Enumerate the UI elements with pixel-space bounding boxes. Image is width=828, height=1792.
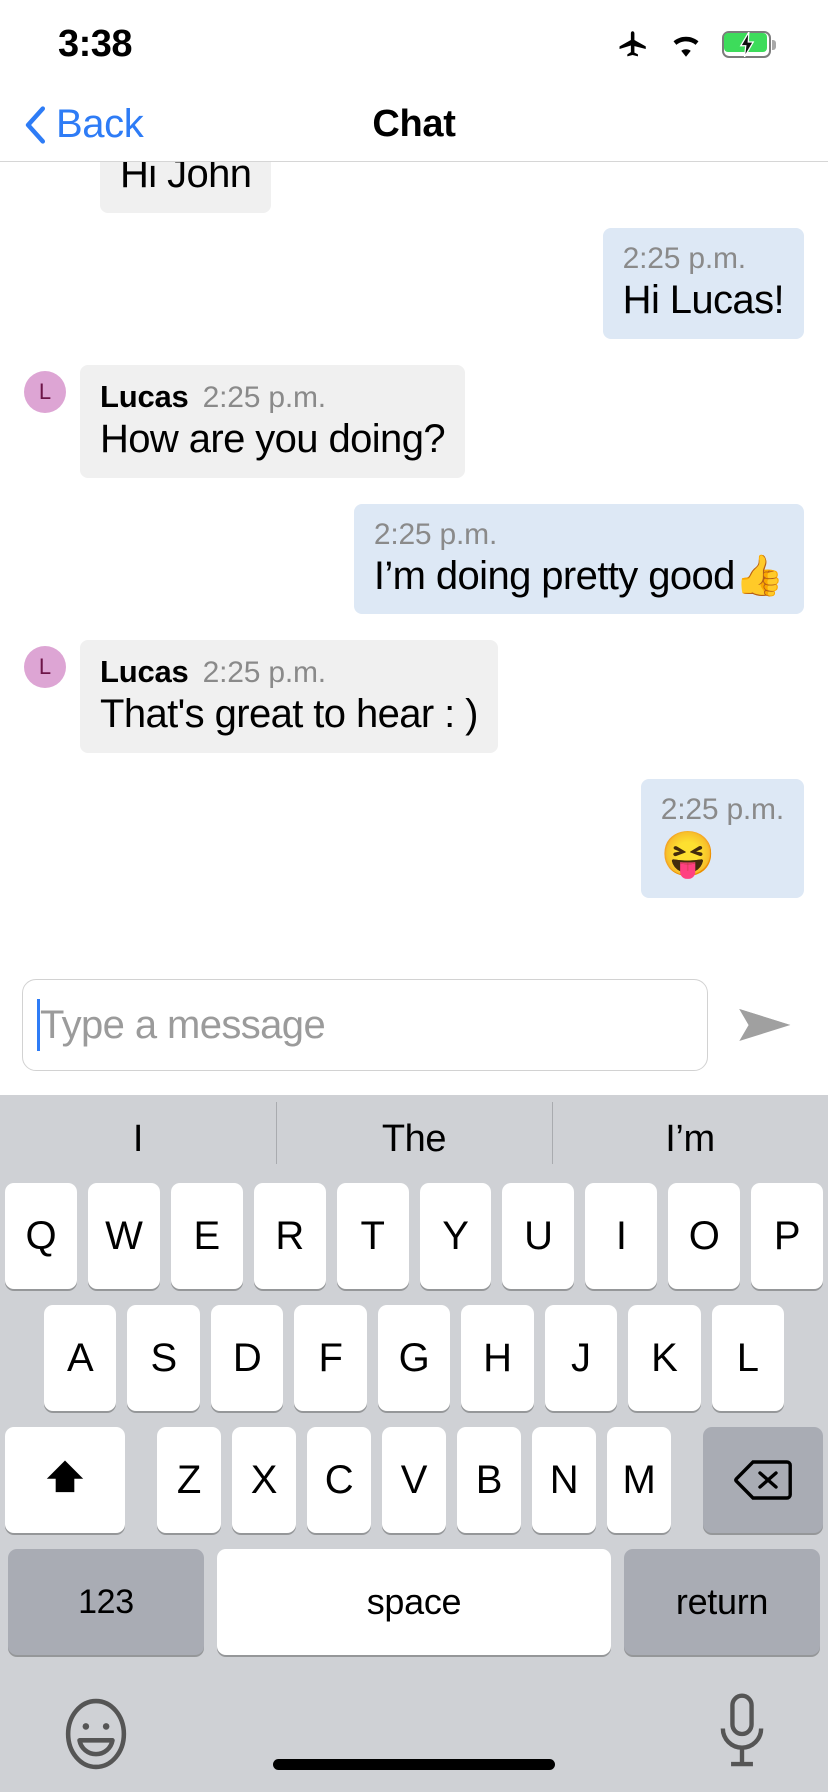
delete-key[interactable] xyxy=(703,1427,823,1533)
key-j[interactable]: J xyxy=(544,1305,618,1411)
keyboard-row-1: Q W E R T Y U I O P xyxy=(0,1183,828,1289)
key-t[interactable]: T xyxy=(336,1183,409,1289)
message-bubble-outgoing[interactable]: 2:25 p.m. 😝 xyxy=(640,779,804,898)
message-input[interactable]: Type a message xyxy=(22,979,708,1071)
keyboard-row-4: 123 space return xyxy=(0,1549,828,1655)
message-bubble-outgoing[interactable]: 2:25 p.m. Hi Lucas! xyxy=(602,228,804,339)
key-r[interactable]: R xyxy=(253,1183,326,1289)
key-v[interactable]: V xyxy=(382,1427,446,1533)
message-sender: Lucas xyxy=(100,378,189,414)
avatar: L xyxy=(24,370,66,413)
key-a[interactable]: A xyxy=(44,1305,117,1411)
message-list[interactable]: Hi John 2:25 p.m. Hi Lucas! L Lucas 2:25… xyxy=(0,162,828,942)
message-bubble-incoming[interactable]: Lucas 2:25 p.m. How are you doing? xyxy=(80,364,465,478)
key-c[interactable]: C xyxy=(307,1427,371,1533)
prediction-2[interactable]: I’m xyxy=(552,1101,828,1164)
key-e[interactable]: E xyxy=(170,1183,243,1289)
airplane-mode-icon xyxy=(619,31,646,57)
shift-key[interactable] xyxy=(5,1427,125,1533)
key-h[interactable]: H xyxy=(461,1305,534,1411)
key-g[interactable]: G xyxy=(377,1305,451,1411)
prediction-0[interactable]: I xyxy=(0,1118,276,1161)
key-w[interactable]: W xyxy=(87,1183,160,1289)
key-f[interactable]: F xyxy=(294,1305,367,1411)
message-row: 2:25 p.m. 😝 xyxy=(24,779,804,898)
message-input-bar: Type a message xyxy=(0,955,828,1095)
keyboard-row-2: A S D F G H J K L xyxy=(0,1305,828,1411)
numbers-key[interactable]: 123 xyxy=(8,1549,204,1655)
send-button[interactable] xyxy=(728,986,806,1064)
back-button-label: Back xyxy=(56,102,144,146)
chevron-left-icon xyxy=(25,105,46,144)
message-text: Hi John xyxy=(120,162,252,196)
key-u[interactable]: U xyxy=(502,1183,575,1289)
message-text: How are you doing? xyxy=(100,416,446,461)
message-time: 2:25 p.m. xyxy=(373,517,498,551)
key-s[interactable]: S xyxy=(127,1305,200,1411)
shift-icon xyxy=(46,1460,84,1493)
message-meta: Lucas 2:25 p.m. xyxy=(100,654,478,690)
key-o[interactable]: O xyxy=(668,1183,741,1289)
key-x[interactable]: X xyxy=(232,1427,296,1533)
message-bubble-incoming[interactable]: Hi John xyxy=(100,162,272,213)
home-indicator xyxy=(273,1759,555,1770)
on-screen-keyboard: I The I’m Q W E R T Y U I O P A S D F G … xyxy=(0,1095,828,1792)
message-meta: Lucas 2:25 p.m. xyxy=(100,379,445,415)
message-meta: 2:25 p.m. xyxy=(623,242,784,276)
space-key[interactable]: space xyxy=(217,1549,611,1655)
prediction-1[interactable]: The xyxy=(276,1101,552,1164)
navigation-bar: Back Chat xyxy=(0,88,828,162)
phone-screen: 3:38 Back Chat Hi John 2:25 p.m. Hi Luca… xyxy=(0,0,828,1792)
message-row-clipped: Hi John xyxy=(24,162,804,228)
message-time: 2:25 p.m. xyxy=(660,793,784,827)
send-arrow-icon xyxy=(739,1008,791,1042)
status-icons xyxy=(616,27,776,61)
message-bubble-incoming[interactable]: Lucas 2:25 p.m. That's great to hear : ) xyxy=(80,640,498,754)
message-time: 2:25 p.m. xyxy=(202,380,326,414)
delete-icon xyxy=(734,1460,792,1500)
key-d[interactable]: D xyxy=(210,1305,284,1411)
message-text: Hi Lucas! xyxy=(622,278,785,322)
keyboard-row-3: Z X C V B N M xyxy=(0,1427,828,1533)
message-row: 2:25 p.m. Hi Lucas! xyxy=(24,228,804,339)
message-text: 😝 xyxy=(660,830,716,880)
key-p[interactable]: P xyxy=(751,1183,824,1289)
message-bubble-outgoing[interactable]: 2:25 p.m. I’m doing pretty good👍 xyxy=(353,503,804,615)
charging-bolt-icon xyxy=(739,31,755,57)
message-row: 2:25 p.m. I’m doing pretty good👍 xyxy=(24,503,804,615)
message-time: 2:25 p.m. xyxy=(202,656,326,690)
key-n[interactable]: N xyxy=(532,1427,596,1533)
message-time: 2:25 p.m. xyxy=(622,242,746,275)
microphone-icon xyxy=(720,1693,764,1767)
key-l[interactable]: L xyxy=(711,1305,784,1411)
message-meta: 2:25 p.m. xyxy=(374,518,784,552)
message-row: L Lucas 2:25 p.m. How are you doing? xyxy=(24,364,804,478)
status-time: 3:38 xyxy=(58,22,133,65)
message-meta: 2:25 p.m. xyxy=(661,793,784,827)
message-text: I’m doing pretty good👍 xyxy=(373,553,785,598)
key-z[interactable]: Z xyxy=(157,1427,221,1533)
battery-charging-icon xyxy=(722,30,776,58)
message-row: L Lucas 2:25 p.m. That's great to hear :… xyxy=(24,640,804,754)
key-k[interactable]: K xyxy=(628,1305,701,1411)
emoji-key[interactable] xyxy=(58,1696,134,1777)
emoji-icon xyxy=(65,1698,127,1770)
return-key[interactable]: return xyxy=(624,1549,820,1655)
status-bar: 3:38 xyxy=(0,0,828,88)
avatar: L xyxy=(24,646,66,689)
key-y[interactable]: Y xyxy=(419,1183,492,1289)
back-button[interactable]: Back xyxy=(0,102,144,147)
wifi-icon xyxy=(673,36,699,57)
key-m[interactable]: M xyxy=(607,1427,671,1533)
message-text: That's great to hear : ) xyxy=(100,692,478,737)
key-q[interactable]: Q xyxy=(4,1183,77,1289)
key-b[interactable]: B xyxy=(457,1427,521,1533)
message-input-placeholder: Type a message xyxy=(40,1002,326,1047)
dictation-key[interactable] xyxy=(714,1693,770,1780)
predictive-text-bar: I The I’m xyxy=(0,1095,828,1183)
message-sender: Lucas xyxy=(100,654,189,690)
key-i[interactable]: I xyxy=(585,1183,658,1289)
